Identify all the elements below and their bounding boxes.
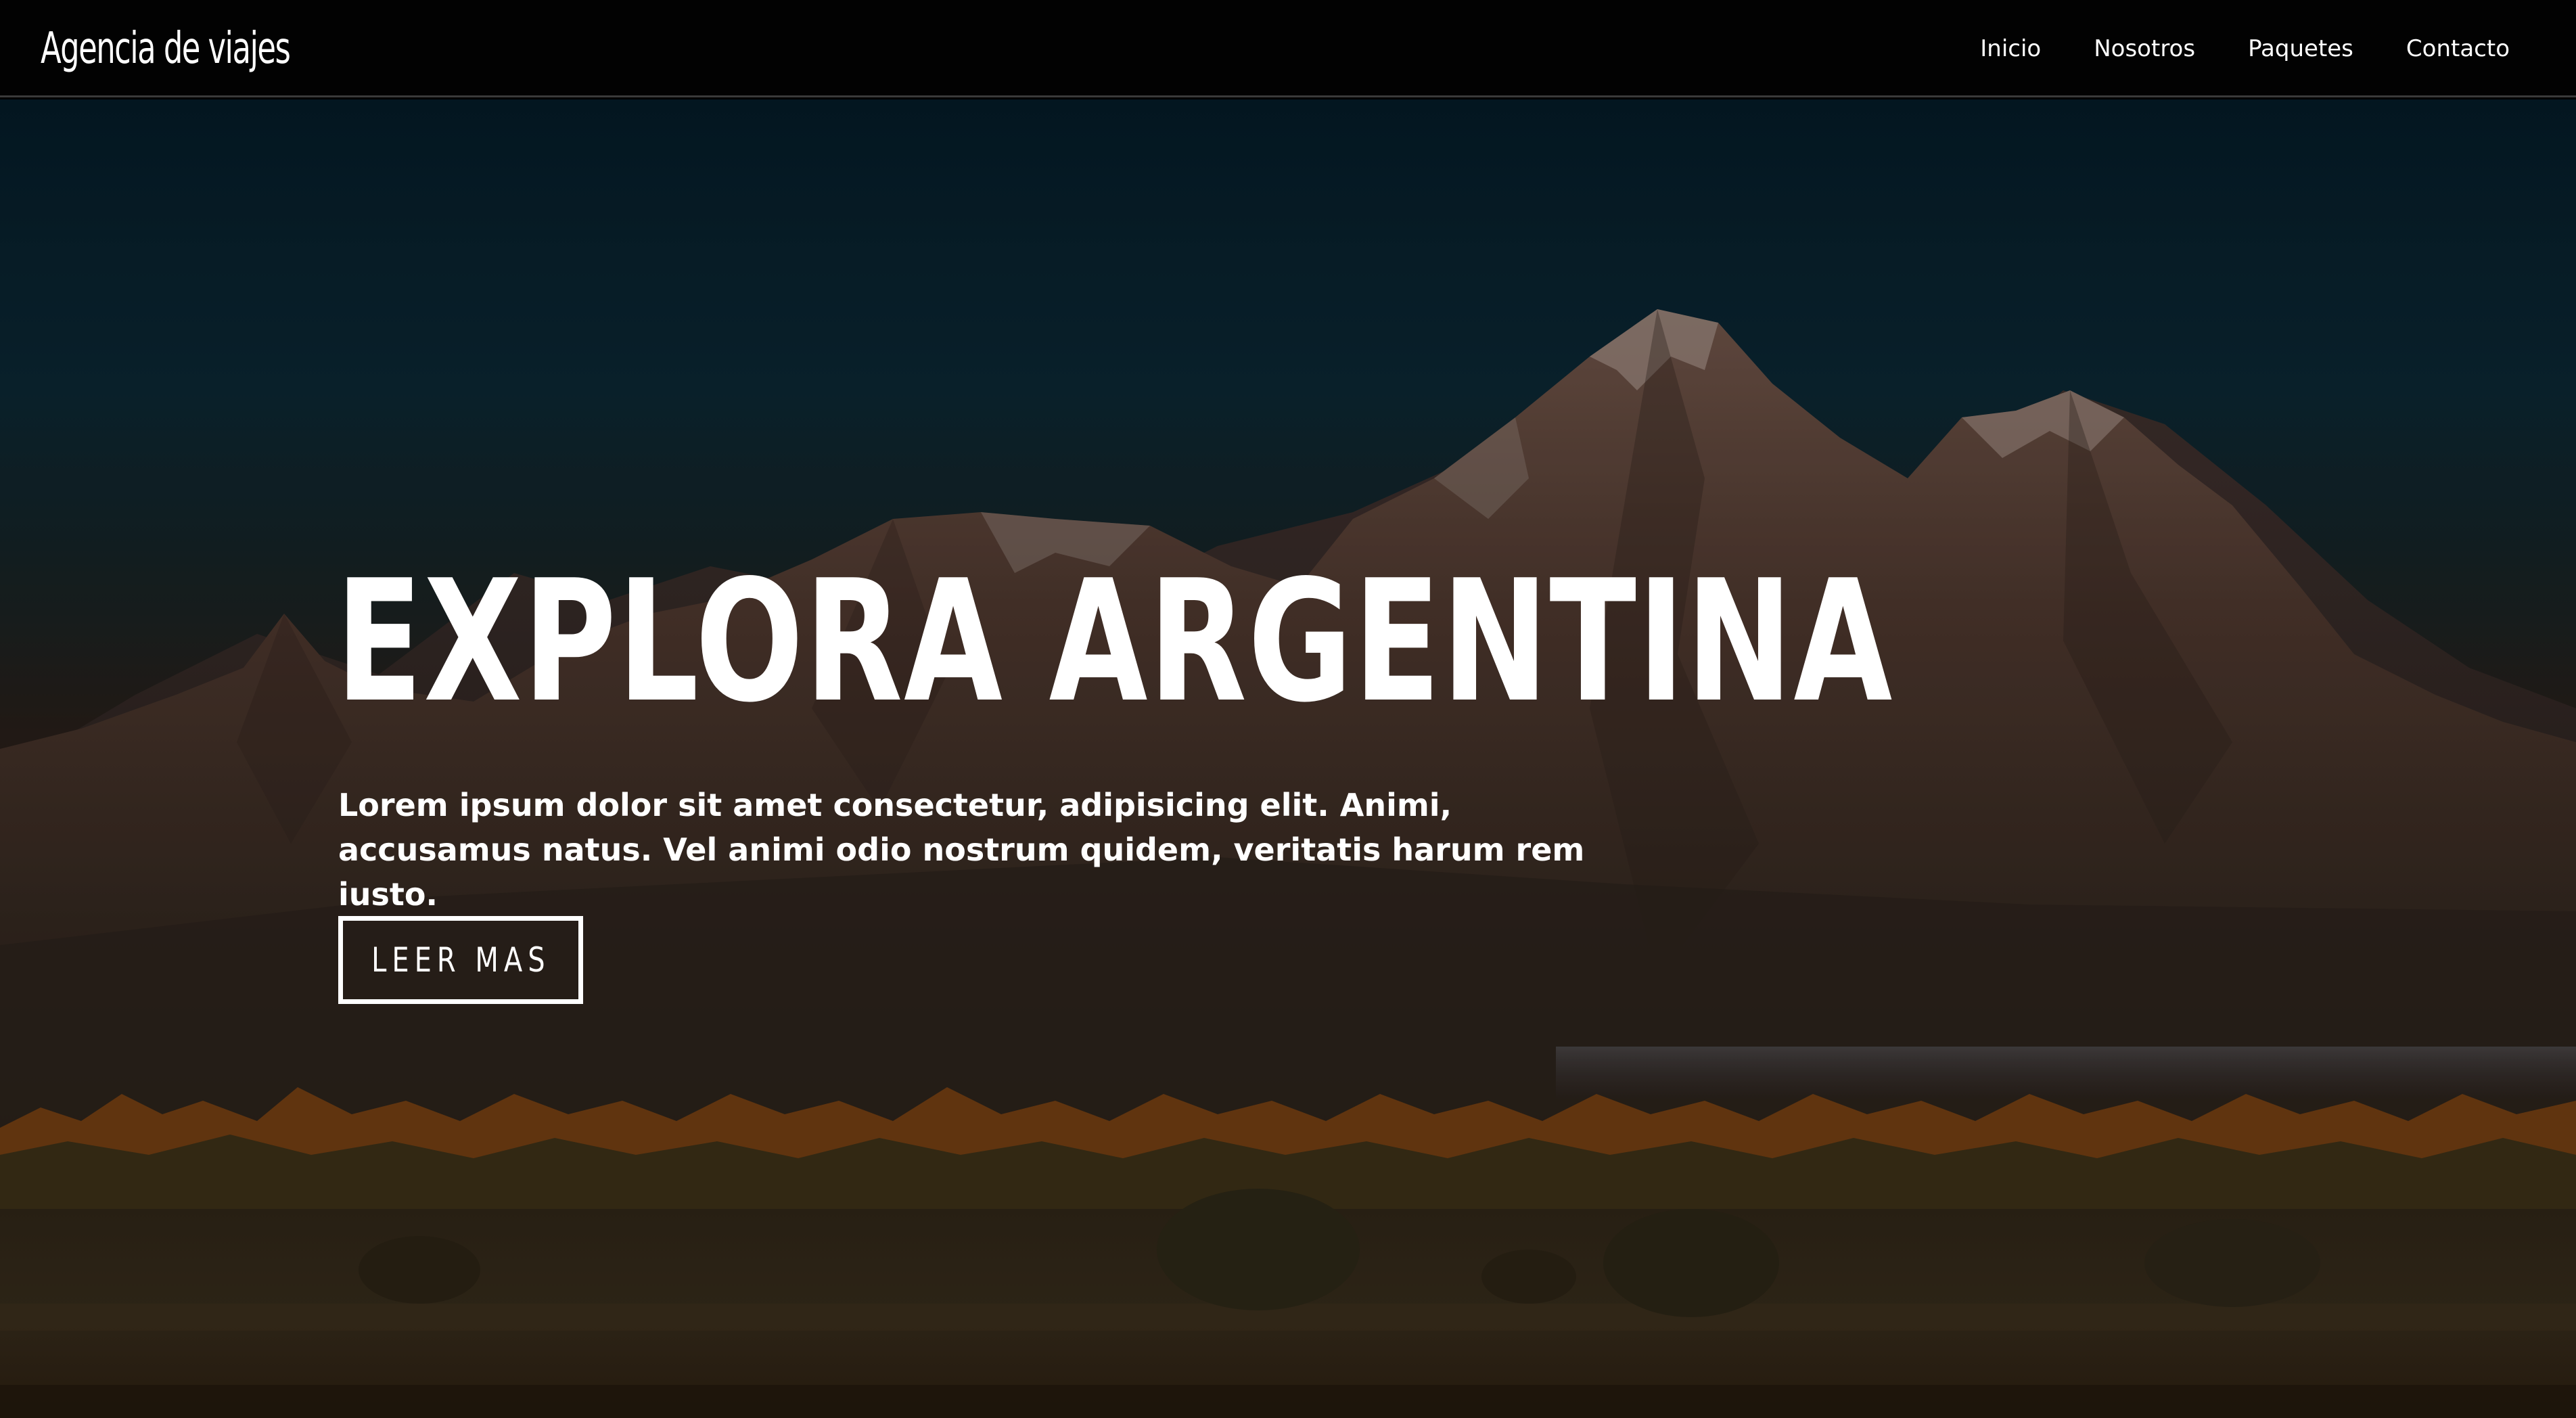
nav-link-contacto[interactable]: Contacto	[2406, 35, 2510, 62]
main-navigation: Inicio Nosotros Paquetes Contacto	[1927, 27, 2510, 70]
nav-link-paquetes[interactable]: Paquetes	[2248, 35, 2353, 62]
hero-section: EXPLORA ARGENTINA Lorem ipsum dolor sit …	[0, 99, 2576, 1418]
read-more-button-label: LEER MAS	[371, 940, 551, 980]
brand-title[interactable]: Agencia de viajes	[41, 22, 291, 76]
nav-link-inicio[interactable]: Inicio	[1980, 35, 2041, 62]
read-more-button[interactable]: LEER MAS	[338, 916, 583, 1004]
hero-content: EXPLORA ARGENTINA Lorem ipsum dolor sit …	[336, 99, 1892, 1418]
nav-link-nosotros[interactable]: Nosotros	[2094, 35, 2195, 62]
hero-description: Lorem ipsum dolor sit amet consectetur, …	[338, 787, 1585, 913]
hero-title: EXPLORA ARGENTINA	[336, 545, 1893, 739]
navbar: Agencia de viajes Inicio Nosotros Paquet…	[0, 0, 2576, 97]
